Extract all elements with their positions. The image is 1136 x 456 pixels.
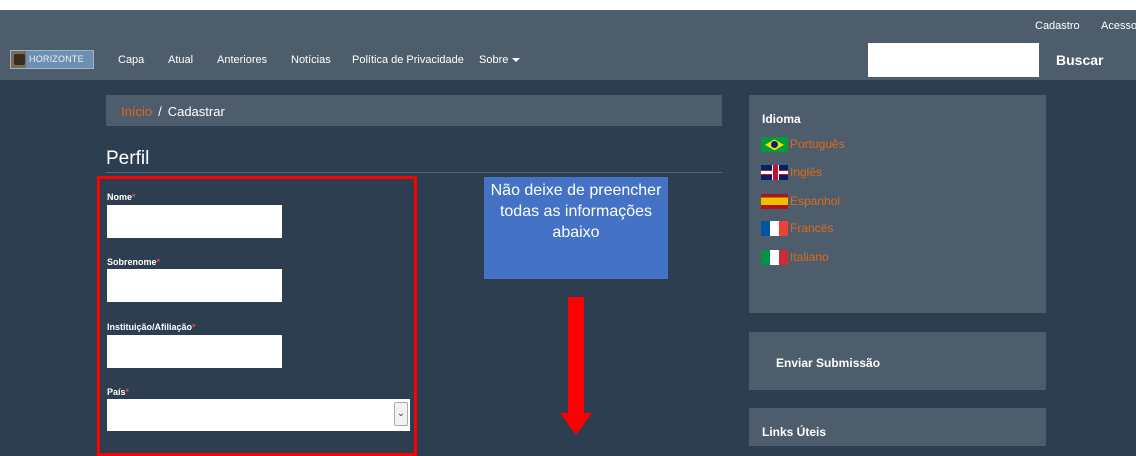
last-name-label-text: Sobrenome xyxy=(107,257,157,267)
nav-item-privacy[interactable]: Política de Privacidade xyxy=(352,54,464,66)
language-panel: Idioma Português Inglês Espanhol Francês… xyxy=(749,95,1046,313)
nav-item-noticias[interactable]: Notícias xyxy=(291,54,331,66)
chevron-down-icon xyxy=(512,58,521,63)
user-bar: Cadastro Acesso xyxy=(0,10,1136,40)
uk-flag-icon xyxy=(761,165,788,181)
first-name-label: Nome* xyxy=(107,192,136,202)
affiliation-label: Instituição/Afiliação* xyxy=(107,322,196,332)
language-spanish-label: Espanhol xyxy=(790,194,841,208)
login-link[interactable]: Acesso xyxy=(1101,20,1136,32)
first-name-label-text: Nome xyxy=(107,192,133,202)
language-panel-title: Idioma xyxy=(762,112,801,126)
down-arrow-icon xyxy=(568,297,584,415)
nav-item-capa[interactable]: Capa xyxy=(118,54,144,66)
last-name-label: Sobrenome* xyxy=(107,257,160,267)
language-portuguese[interactable]: Português xyxy=(761,137,845,153)
main-navbar: HORIZONTE Capa Atual Anteriores Notícias… xyxy=(0,40,1136,80)
spain-flag-icon xyxy=(761,194,788,210)
submit-submission-link[interactable]: Enviar Submissão xyxy=(776,356,880,370)
language-italian[interactable]: Italiano xyxy=(761,250,829,266)
language-portuguese-label: Português xyxy=(790,137,845,151)
required-mark: * xyxy=(192,322,196,332)
country-label: País* xyxy=(107,387,129,397)
nav-item-atual[interactable]: Atual xyxy=(168,54,193,66)
country-label-text: País xyxy=(107,387,126,397)
language-italian-label: Italiano xyxy=(790,250,829,264)
france-flag-icon xyxy=(761,221,788,237)
breadcrumb-separator: / xyxy=(158,104,162,119)
logo-text: HORIZONTE xyxy=(29,54,84,64)
required-mark: * xyxy=(132,192,136,202)
language-english[interactable]: Inglês xyxy=(761,165,822,181)
italy-flag-icon xyxy=(761,250,788,266)
useful-links-panel: Links Úteis xyxy=(749,408,1046,446)
instruction-callout: Não deixe de preencher todas as informaç… xyxy=(484,177,668,279)
last-name-field[interactable] xyxy=(107,269,282,302)
breadcrumb-current: Cadastrar xyxy=(167,104,225,119)
nav-item-sobre[interactable]: Sobre xyxy=(479,54,521,66)
breadcrumb-home-link[interactable]: Início xyxy=(121,104,152,119)
language-french-label: Francês xyxy=(790,221,834,235)
down-arrow-head-icon xyxy=(560,413,592,435)
title-divider xyxy=(106,172,722,173)
search-input[interactable] xyxy=(868,43,1039,77)
page-title: Perfil xyxy=(106,148,150,169)
language-english-label: Inglês xyxy=(790,165,823,179)
nav-item-anteriores[interactable]: Anteriores xyxy=(217,54,267,66)
brazil-flag-icon xyxy=(761,137,788,153)
language-spanish[interactable]: Espanhol xyxy=(761,194,840,210)
top-strip xyxy=(0,0,1136,10)
site-logo[interactable]: HORIZONTE xyxy=(10,50,94,69)
chevron-down-icon[interactable]: ⌄ xyxy=(394,402,408,426)
nav-item-sobre-label: Sobre xyxy=(479,54,509,66)
affiliation-field[interactable] xyxy=(107,335,282,368)
breadcrumb: Início / Cadastrar xyxy=(106,95,722,126)
logo-mark-icon xyxy=(14,54,25,65)
language-french[interactable]: Francês xyxy=(761,221,833,237)
required-mark: * xyxy=(125,387,130,397)
submit-panel: Enviar Submissão xyxy=(749,332,1046,390)
register-link[interactable]: Cadastro xyxy=(1035,20,1080,32)
affiliation-label-text: Instituição/Afiliação xyxy=(107,322,193,332)
required-mark: * xyxy=(156,257,161,267)
useful-links-title: Links Úteis xyxy=(762,425,827,439)
country-select[interactable]: ⌄ xyxy=(107,399,410,431)
first-name-field[interactable] xyxy=(107,205,282,238)
search-button[interactable]: Buscar xyxy=(1056,52,1103,68)
